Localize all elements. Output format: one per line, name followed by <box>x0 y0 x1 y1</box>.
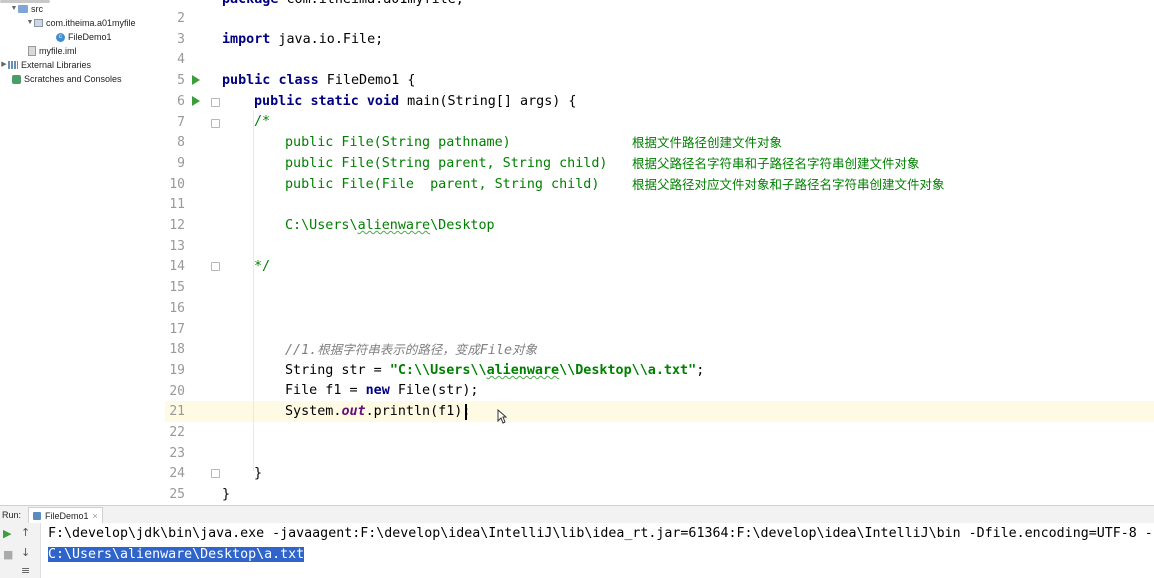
code-line-18: //1.根据字符串表示的路径，变成File对象 <box>285 342 538 358</box>
fold-icon[interactable] <box>211 469 220 478</box>
file-icon <box>28 46 36 56</box>
code-line-9-comment: 根据父路径名字符串和子路径名字符串创建文件对象 <box>632 156 920 171</box>
code-line-14: */ <box>254 259 271 274</box>
run-toolbar: ▶ ↑ ■ ↓ ≡ <box>0 523 41 578</box>
chevron-down-icon[interactable]: ▼ <box>26 16 34 30</box>
code-line-10-comment: 根据父路径对应文件对象和子路径名字符串创建文件对象 <box>632 177 945 192</box>
text-caret <box>465 404 467 420</box>
run-panel-header: Run: FileDemo1 × <box>0 505 1154 524</box>
code-line-8: public File(String pathname) <box>285 135 511 150</box>
class-icon: c <box>56 32 65 42</box>
fold-icon[interactable] <box>211 98 220 107</box>
close-icon[interactable]: × <box>93 508 98 524</box>
code-line-9: public File(String parent, String child) <box>285 156 608 171</box>
line-number: 24 <box>169 466 185 482</box>
console-line-command: F:\develop\jdk\bin\java.exe -javaagent:F… <box>48 526 1154 541</box>
code-line-21: System.out.println(f1); <box>285 404 471 419</box>
mouse-cursor-icon <box>497 409 507 424</box>
line-number: 21 <box>169 404 185 420</box>
line-number: 15 <box>169 280 185 296</box>
line-number: 18 <box>169 342 185 358</box>
tree-item-src[interactable]: ▼ src <box>10 2 43 16</box>
code-line-6: public static void main(String[] args) { <box>254 94 577 109</box>
line-number: 10 <box>169 176 185 192</box>
tree-item-label: com.itheima.a01myfile <box>46 18 136 28</box>
line-number: 11 <box>169 197 185 213</box>
line-number: 6 <box>177 93 185 109</box>
library-icon <box>8 61 18 69</box>
line-number: 14 <box>169 259 185 275</box>
code-line-25: } <box>222 487 231 502</box>
code-line-1: package com.itheima.a01myfile; <box>222 0 464 10</box>
run-main-icon[interactable] <box>192 96 200 106</box>
arrow-up-icon[interactable]: ↑ <box>21 526 30 539</box>
code-line-5: public class FileDemo1 { <box>222 73 416 88</box>
stop-icon[interactable]: ■ <box>3 548 13 561</box>
line-number: 2 <box>177 11 185 26</box>
code-line-20: File f1 = new File(str); <box>285 383 479 398</box>
run-class-icon[interactable] <box>192 75 200 85</box>
tree-item-label: External Libraries <box>21 60 92 70</box>
line-number: 25 <box>169 487 185 503</box>
console-line-output: C:\Users\alienware\Desktop\a.txt <box>48 544 305 565</box>
class-icon <box>33 512 41 520</box>
run-tab-filedemo1[interactable]: FileDemo1 × <box>28 507 103 524</box>
code-line-8-comment: 根据文件路径创建文件对象 <box>632 135 783 150</box>
arrow-down-icon[interactable]: ↓ <box>21 546 30 559</box>
fold-icon[interactable] <box>211 119 220 128</box>
tree-item-package[interactable]: ▼ com.itheima.a01myfile <box>26 16 136 30</box>
line-number: 20 <box>169 383 185 399</box>
line-number: 5 <box>177 73 185 89</box>
project-tree-panel: ▼ src ▼ com.itheima.a01myfile c FileDemo… <box>0 0 166 505</box>
package-icon <box>34 19 43 27</box>
line-number: 7 <box>177 114 185 130</box>
code-line-7: /* <box>254 114 271 129</box>
tree-item-external-libraries[interactable]: ▶ External Libraries <box>0 58 91 72</box>
line-number: 22 <box>169 425 185 440</box>
code-line-24: } <box>254 466 263 481</box>
line-number: 8 <box>177 135 185 151</box>
line-number: 17 <box>169 321 185 337</box>
tree-item-label: myfile.iml <box>39 46 77 56</box>
tree-item-filedemo1[interactable]: c FileDemo1 <box>56 30 112 44</box>
line-number: 9 <box>177 155 185 171</box>
code-line-3: import java.io.File; <box>222 32 384 47</box>
run-label: Run: <box>2 510 22 520</box>
tree-item-label: FileDemo1 <box>68 32 112 42</box>
tree-item-iml[interactable]: myfile.iml <box>28 44 77 58</box>
line-number: 23 <box>169 445 185 461</box>
soft-wrap-icon[interactable]: ≡ <box>21 564 30 577</box>
fold-icon[interactable] <box>211 262 220 271</box>
selected-output-text: C:\Users\alienware\Desktop\a.txt <box>48 547 305 562</box>
line-number: 12 <box>169 218 185 233</box>
rerun-icon[interactable]: ▶ <box>3 527 11 540</box>
chevron-right-icon[interactable]: ▶ <box>0 58 8 72</box>
line-number: 19 <box>169 362 185 378</box>
code-line-19: String str = "C:\\Users\\alienware\\Desk… <box>285 363 705 378</box>
run-tab-label: FileDemo1 <box>45 511 89 521</box>
line-number: 16 <box>169 300 185 316</box>
folder-icon <box>18 5 28 13</box>
code-line-10: public File(File parent, String child) <box>285 177 600 192</box>
tree-item-label: Scratches and Consoles <box>24 74 122 84</box>
line-number: 13 <box>169 238 185 254</box>
scratches-icon <box>12 74 21 84</box>
code-line-12: C:\Users\alienware\Desktop <box>285 218 495 233</box>
line-number: 4 <box>177 52 185 68</box>
tree-item-label: src <box>31 4 43 14</box>
tree-item-scratches[interactable]: Scratches and Consoles <box>12 72 122 86</box>
indent-guide <box>253 111 254 471</box>
chevron-down-icon[interactable]: ▼ <box>10 2 18 16</box>
line-number: 3 <box>177 31 185 47</box>
